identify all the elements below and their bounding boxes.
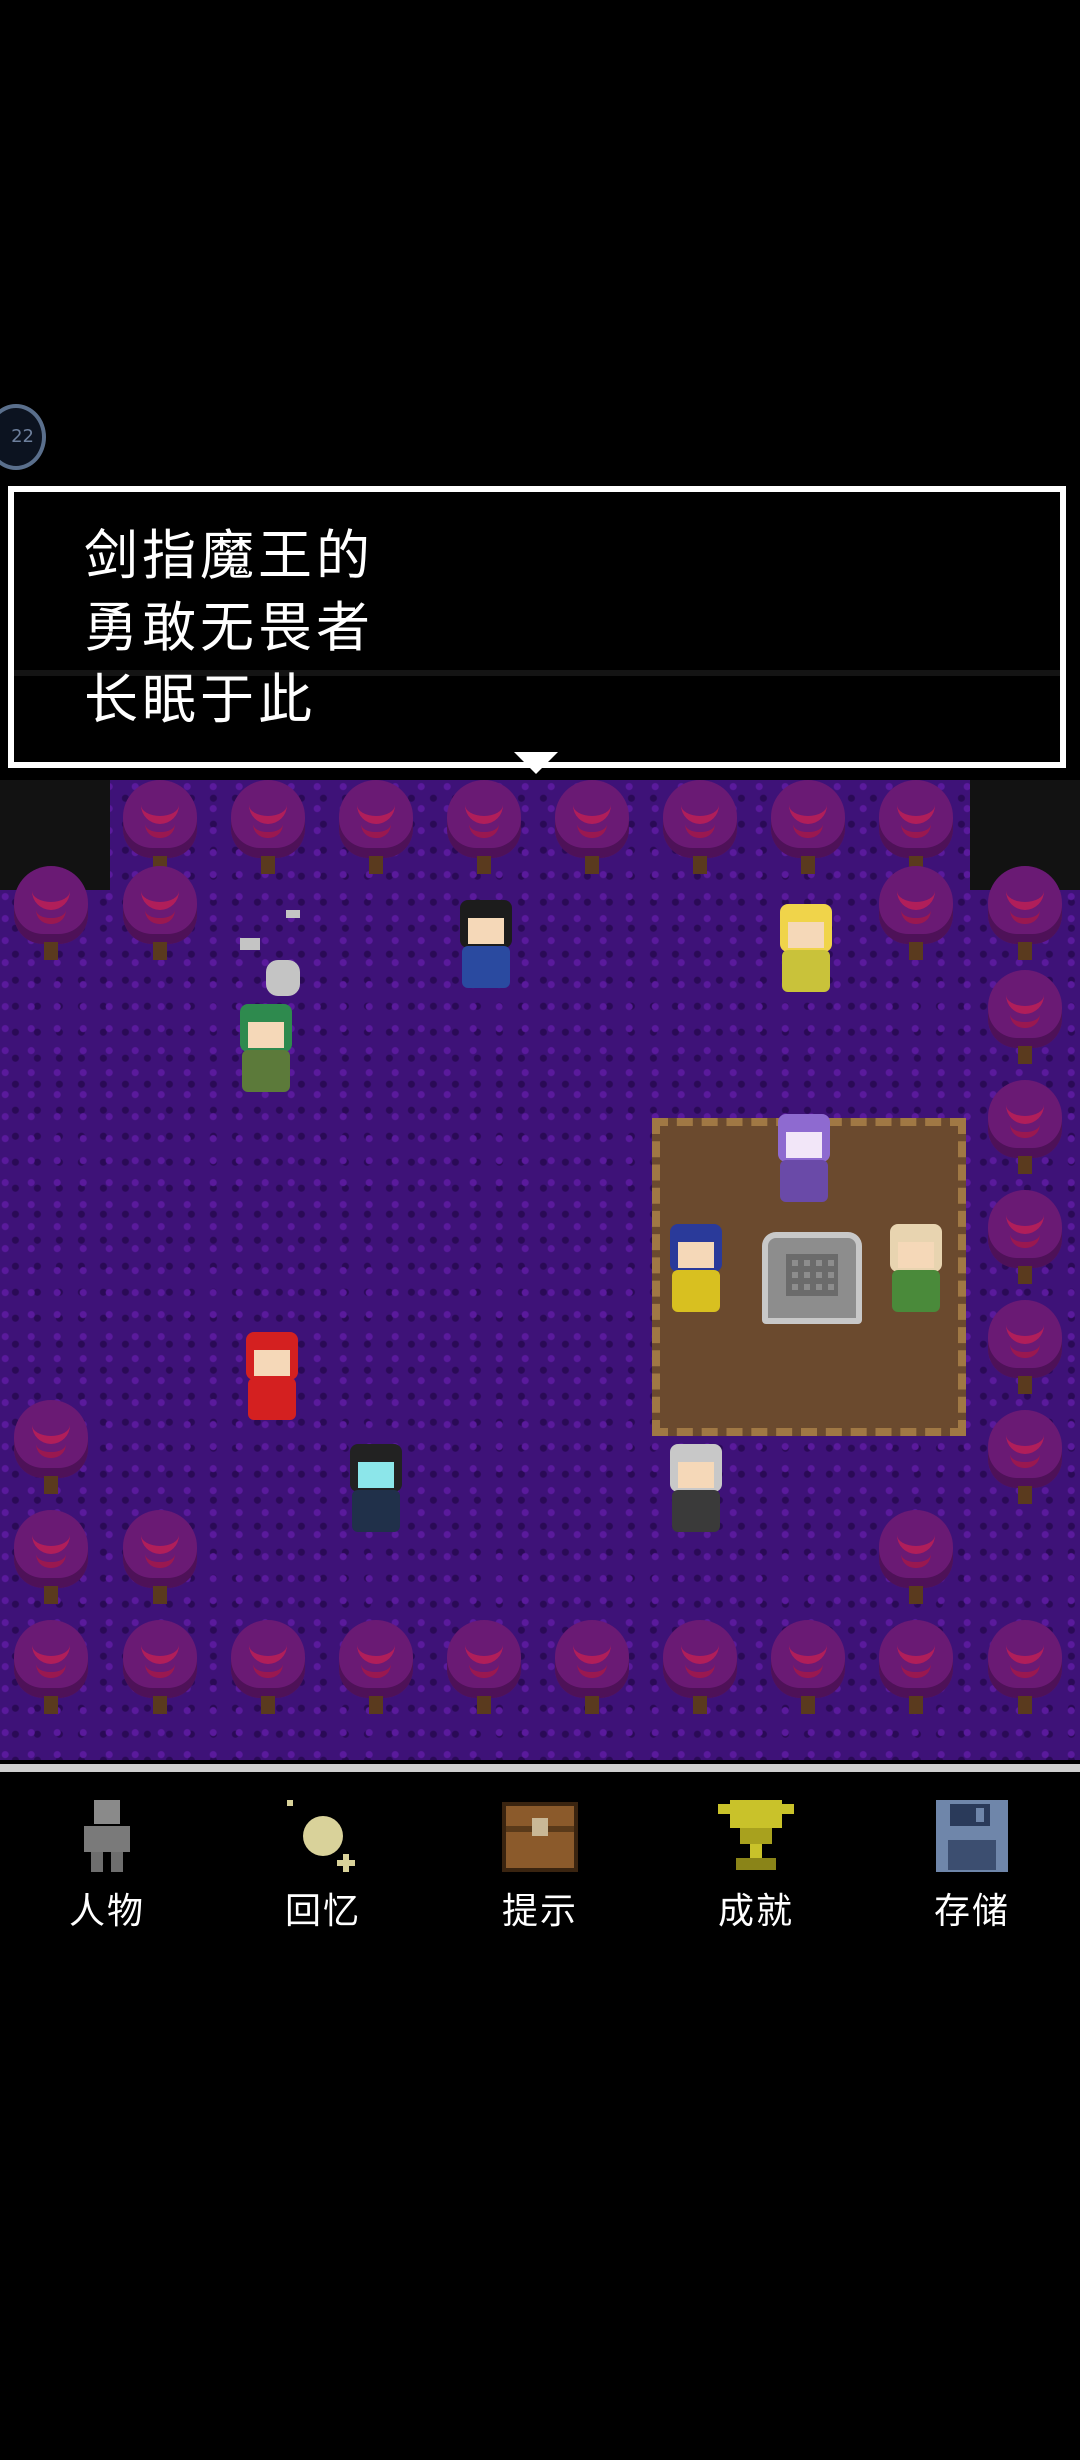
tree-icon: [331, 1620, 421, 1720]
tree-icon: [547, 780, 637, 880]
npc-green-hat-elf[interactable]: [226, 1000, 306, 1100]
trophy-icon: [716, 1796, 796, 1874]
dialog-line-2: 勇敢无畏者: [84, 596, 374, 659]
tree-icon: [871, 1510, 961, 1610]
menu-achievements-label: 成就: [717, 1891, 794, 1932]
npc-grey-hair-elder[interactable]: [656, 1440, 736, 1540]
treasure-chest-icon: [500, 1796, 580, 1874]
tree-icon: [6, 866, 96, 966]
npc-blonde-archer[interactable]: [876, 1220, 956, 1320]
tree-icon: [223, 1620, 313, 1720]
tree-icon: [980, 866, 1070, 966]
tree-icon: [223, 780, 313, 880]
menu-memories-button[interactable]: 回忆: [248, 1796, 398, 1934]
tree-icon: [980, 1410, 1070, 1510]
tree-icon: [980, 1300, 1070, 1400]
tree-icon: [439, 780, 529, 880]
dialog-continue-arrow-icon[interactable]: [514, 752, 558, 774]
tree-icon: [655, 780, 745, 880]
menu-achievements-button[interactable]: 成就: [681, 1796, 831, 1934]
tree-icon: [6, 1400, 96, 1500]
menu-save-label: 存储: [933, 1891, 1010, 1932]
tombstone-icon[interactable]: [762, 1232, 862, 1324]
npc-purple-wizard[interactable]: [764, 1110, 844, 1210]
tree-icon: [871, 866, 961, 966]
tree-icon: [655, 1620, 745, 1720]
tree-icon: [331, 780, 421, 880]
smoke-icon: [236, 910, 316, 1000]
menu-save-button[interactable]: 存储: [897, 1796, 1047, 1934]
tree-icon: [871, 780, 961, 880]
tree-icon: [547, 1620, 637, 1720]
player-hero[interactable]: [336, 1440, 416, 1540]
tree-icon: [871, 1620, 961, 1720]
tree-icon: [115, 1510, 205, 1610]
menu-memories-label: 回忆: [284, 1891, 361, 1932]
menu-characters-button[interactable]: 人物: [32, 1796, 182, 1934]
tree-icon: [980, 1620, 1070, 1720]
npc-red-hood-mage[interactable]: [232, 1328, 312, 1428]
floppy-disk-icon: [932, 1796, 1012, 1874]
npc-black-hair-girl[interactable]: [446, 896, 526, 996]
tree-icon: [6, 1510, 96, 1610]
menu-characters-label: 人物: [68, 1891, 145, 1932]
tree-icon: [980, 1080, 1070, 1180]
tree-icon: [763, 1620, 853, 1720]
npc-horned-knight[interactable]: [656, 1220, 736, 1320]
tree-icon: [439, 1620, 529, 1720]
tree-icon: [980, 1190, 1070, 1290]
menu-hints-button[interactable]: 提示: [465, 1796, 615, 1934]
tree-icon: [763, 780, 853, 880]
side-bubble-label: 22: [11, 426, 34, 447]
tree-icon: [115, 780, 205, 880]
tree-icon: [6, 1620, 96, 1720]
bottom-menu-bar: 人物 回忆 提示 成就 存储: [0, 1764, 1080, 1952]
game-field[interactable]: [0, 780, 1080, 1760]
dialog-line-3: 长眠于此: [84, 668, 316, 731]
npc-yellow-princess[interactable]: [766, 900, 846, 1000]
menu-hints-label: 提示: [501, 1891, 578, 1932]
tree-icon: [115, 866, 205, 966]
person-icon: [67, 1796, 147, 1874]
sparkle-icon: [283, 1796, 363, 1874]
dialog-box[interactable]: 剑指魔王的 勇敢无畏者 长眠于此: [8, 486, 1066, 768]
side-bubble-button[interactable]: 22: [0, 404, 46, 470]
tree-icon: [115, 1620, 205, 1720]
dialog-line-1: 剑指魔王的: [84, 524, 374, 587]
tree-icon: [980, 970, 1070, 1070]
